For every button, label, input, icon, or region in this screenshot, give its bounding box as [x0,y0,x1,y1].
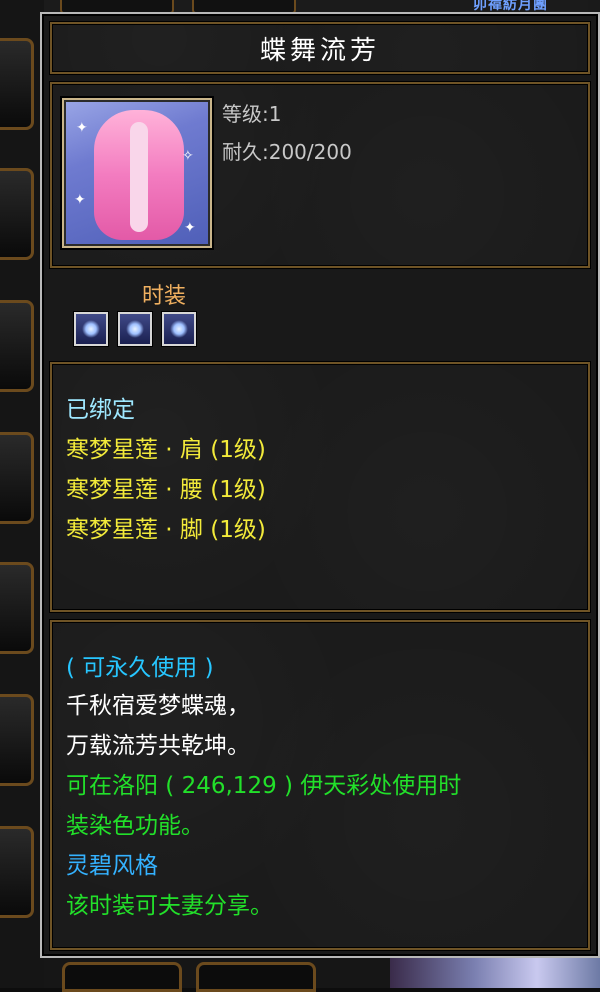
item-info-panel: ✦ ✧ ✦ ✦ 等级:1 耐久:200/200 [50,82,590,268]
inventory-slot[interactable] [0,168,34,260]
costume-center-trim [130,122,148,232]
inventory-slot[interactable] [0,432,34,524]
item-tooltip: 蝶舞流芳 ✦ ✧ ✦ ✦ 等级:1 耐久:200/200 时装 已绑定 寒梦星莲… [40,12,600,958]
inventory-slot[interactable] [0,694,34,786]
share-note: 该时装可夫妻分享。 [66,893,273,919]
background-scene [390,958,600,988]
item-name-panel: 蝶舞流芳 [50,22,590,74]
item-level: 等级:1 [222,102,282,126]
socket-gem-icon [118,312,152,346]
set-part: 寒梦星莲 · 脚 (1级) [66,517,266,543]
socket-gem-icon [162,312,196,346]
sparkle-icon: ✧ [182,148,194,164]
flavor-text-line: 千秋宿爱梦蝶魂， [66,693,250,719]
costume-icon: ✦ ✧ ✦ ✦ [62,98,212,248]
inventory-slot[interactable] [0,38,34,130]
sparkle-icon: ✦ [76,120,88,136]
item-durability: 耐久:200/200 [222,140,352,164]
item-name: 蝶舞流芳 [259,35,380,66]
sparkle-icon: ✦ [74,192,86,208]
style-label: 灵碧风格 [66,853,158,879]
dye-instruction: 装染色功能。 [66,813,204,839]
item-category: 时装 [142,284,187,309]
inventory-slot[interactable] [0,826,34,918]
flavor-text-line: 万载流芳共乾坤。 [66,733,250,759]
dye-instruction: 可在洛阳 ( 246,129 ) 伊天彩处使用时 [66,773,462,799]
binding-panel: 已绑定 寒梦星莲 · 肩 (1级) 寒梦星莲 · 腰 (1级) 寒梦星莲 · 脚… [50,362,590,612]
inventory-slot[interactable] [0,300,34,392]
set-part: 寒梦星莲 · 肩 (1级) [66,437,266,463]
bind-status: 已绑定 [66,397,135,423]
inventory-slot[interactable] [0,562,34,654]
usage-duration: ( 可永久使用 ) [66,655,214,681]
sparkle-icon: ✦ [184,220,196,236]
socket-gem-icon [74,312,108,346]
description-panel: ( 可永久使用 ) 千秋宿爱梦蝶魂， 万载流芳共乾坤。 可在洛阳 ( 246,1… [50,620,590,950]
category-row: 时装 [50,272,590,356]
set-part: 寒梦星莲 · 腰 (1级) [66,477,266,503]
